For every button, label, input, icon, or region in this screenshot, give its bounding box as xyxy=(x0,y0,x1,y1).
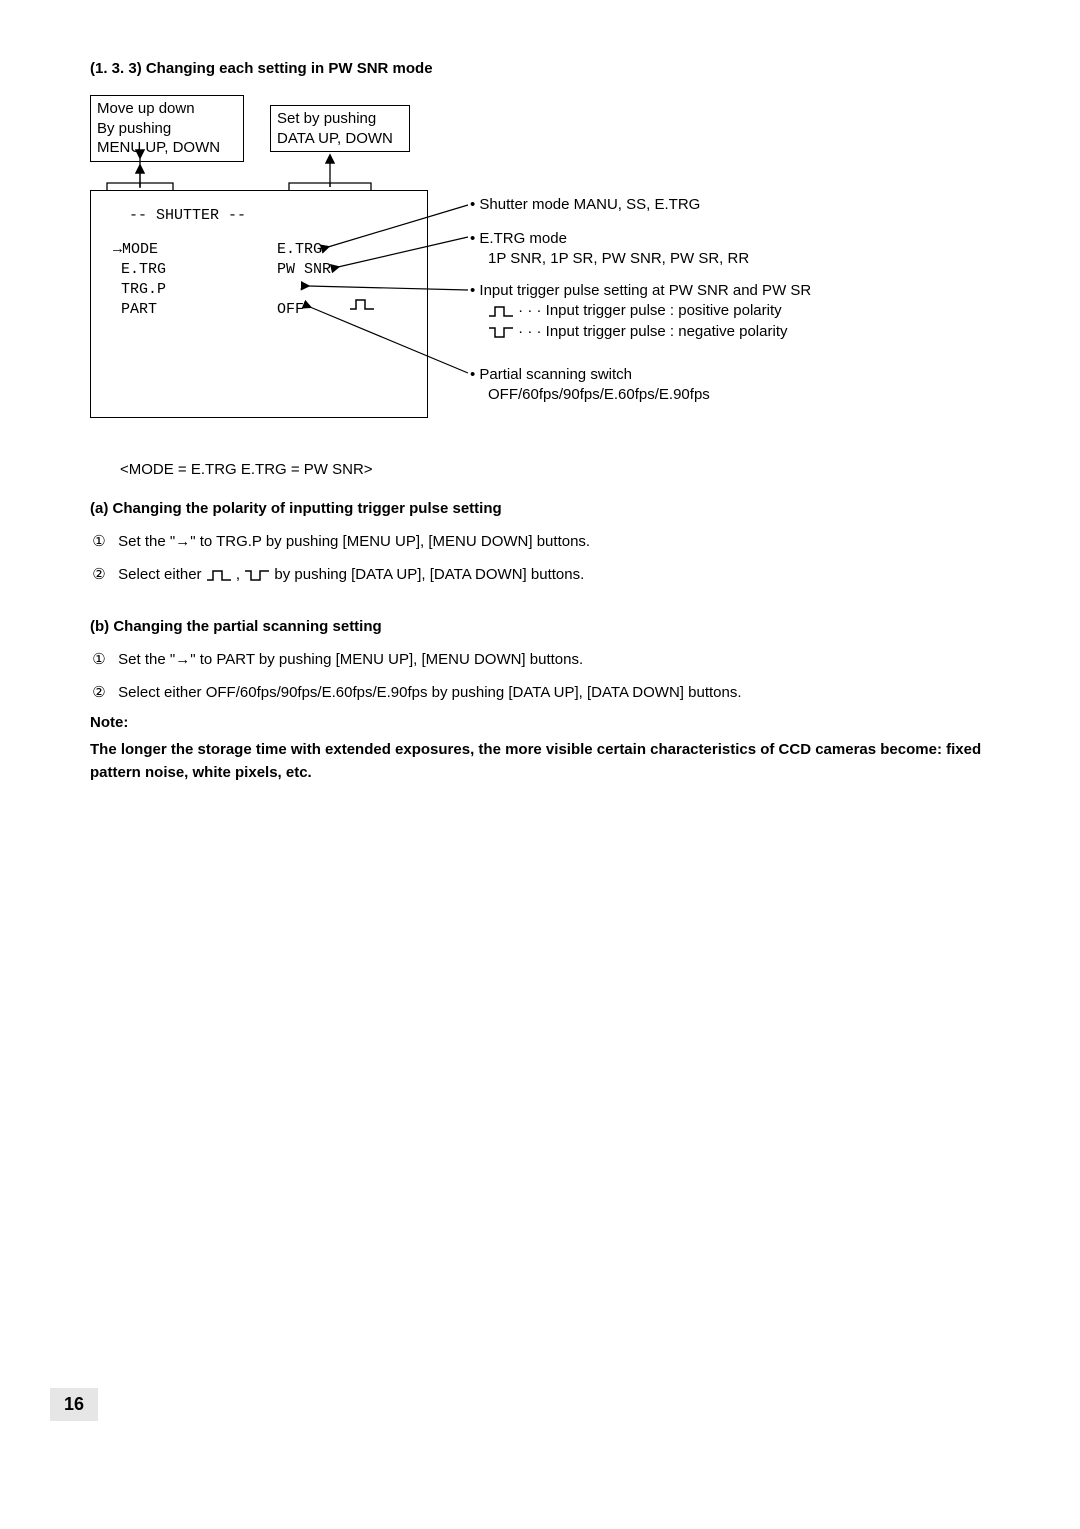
note-label: Note: xyxy=(90,714,990,731)
circled-number-icon: ② xyxy=(90,564,108,587)
circled-number-icon: ① xyxy=(90,531,108,554)
annotation-etrg-mode: • E.TRG mode 1P SNR, 1P SR, PW SNR, PW S… xyxy=(470,229,749,270)
instruction-box-data: Set by pushing DATA UP, DOWN xyxy=(270,105,410,152)
diagram: Move up down By pushing MENU UP, DOWN Se… xyxy=(90,95,970,455)
subsection-b-title: (b) Changing the partial scanning settin… xyxy=(90,618,990,635)
step-a2: ② Select either , by pushing [DATA UP], … xyxy=(90,564,990,587)
menu-screen: -- SHUTTER -- →→MODEMODE E.TRG E.TRG PW … xyxy=(90,190,428,418)
menu-row-left: →→MODEMODE xyxy=(113,241,158,258)
pulse-negative-icon xyxy=(244,568,270,582)
subsection-a-title: (a) Changing the polarity of inputting t… xyxy=(90,500,990,517)
menu-row-right: PW SNR xyxy=(277,261,331,278)
note-body: The longer the storage time with extende… xyxy=(90,739,990,784)
instruction-box-menu: Move up down By pushing MENU UP, DOWN xyxy=(90,95,244,162)
page-number: 16 xyxy=(50,1388,98,1421)
annotation-partial-scan: • Partial scanning switch OFF/60fps/90fp… xyxy=(470,365,710,406)
pulse-positive-icon xyxy=(206,568,232,582)
pulse-negative-icon xyxy=(488,325,514,339)
menu-row-right: E.TRG xyxy=(277,241,322,258)
step-a1: ① Set the "→" to TRG.P by pushing [MENU … xyxy=(90,531,990,554)
instruction-line: MENU UP, DOWN xyxy=(97,139,220,156)
instruction-line: By pushing xyxy=(97,120,171,137)
menu-row-right: OFF xyxy=(277,301,304,318)
pulse-positive-icon xyxy=(349,297,375,311)
menu-header: -- SHUTTER -- xyxy=(129,207,246,224)
pulse-positive-icon xyxy=(488,304,514,318)
section-title: (1. 3. 3) Changing each setting in PW SN… xyxy=(90,60,990,77)
circled-number-icon: ② xyxy=(90,682,108,705)
annotation-trigger-pulse: • Input trigger pulse setting at PW SNR … xyxy=(470,281,811,342)
step-b1: ① Set the "→" to PART by pushing [MENU U… xyxy=(90,649,990,672)
menu-row-left: PART xyxy=(121,301,157,318)
circled-number-icon: ① xyxy=(90,649,108,672)
menu-row-left: E.TRG xyxy=(121,261,166,278)
diagram-caption: <MODE = E.TRG E.TRG = PW SNR> xyxy=(120,461,990,478)
instruction-line: Set by pushing xyxy=(277,110,376,127)
instruction-line: Move up down xyxy=(97,100,195,117)
annotation-shutter-mode: • Shutter mode MANU, SS, E.TRG xyxy=(470,195,700,215)
step-b2: ② Select either OFF/60fps/90fps/E.60fps/… xyxy=(90,682,990,705)
instruction-line: DATA UP, DOWN xyxy=(277,130,393,147)
menu-row-left: TRG.P xyxy=(121,281,166,298)
